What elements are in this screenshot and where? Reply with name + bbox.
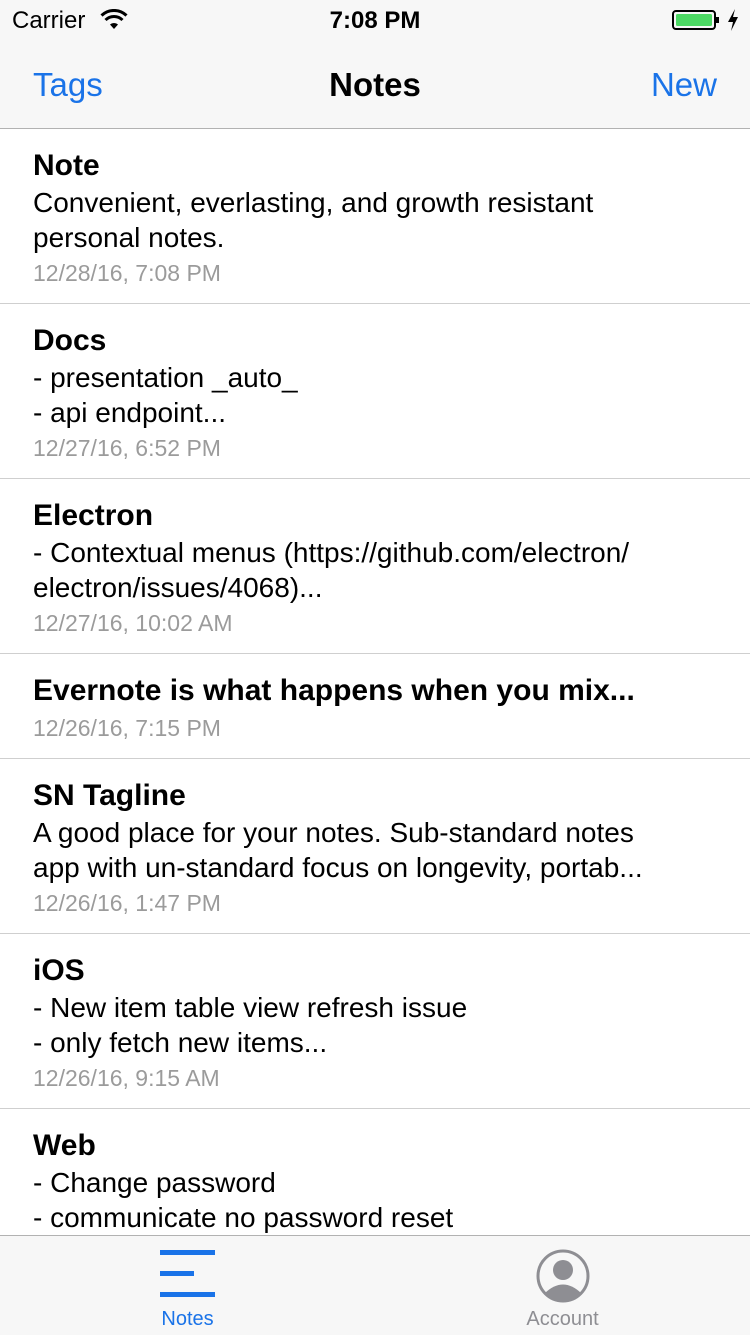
note-date: 12/26/16, 7:15 PM [33, 715, 221, 741]
note-date: 12/27/16, 10:02 AM [33, 610, 233, 636]
note-date: 12/26/16, 1:47 PM [33, 890, 221, 916]
tab-notes[interactable]: Notes [0, 1236, 375, 1335]
tab-account[interactable]: Account [375, 1236, 750, 1335]
note-date: 12/28/16, 7:08 PM [33, 260, 221, 286]
charging-bolt-icon [728, 9, 738, 31]
note-preview: - New item table view refresh issue - on… [33, 992, 468, 1058]
note-row[interactable]: Web - Change password - communicate no p… [0, 1109, 750, 1235]
note-title: SN Tagline [33, 779, 186, 812]
note-title: Web [33, 1129, 96, 1162]
note-row[interactable]: Note Convenient, everlasting, and growth… [0, 129, 750, 304]
page-title: Notes [329, 66, 421, 103]
notes-list-icon [160, 1250, 215, 1297]
navigation-bar: Tags Notes New [0, 40, 750, 129]
note-preview: - presentation _auto_ - api endpoint... [33, 362, 298, 428]
note-preview: - Change password - communicate no passw… [33, 1167, 454, 1233]
note-date: 12/27/16, 6:52 PM [33, 435, 221, 461]
note-title: Note [33, 149, 100, 182]
note-preview: Convenient, everlasting, and growth resi… [33, 187, 594, 253]
status-bar: Carrier 7:08 PM [0, 0, 750, 40]
note-row[interactable]: Evernote is what happens when you mix...… [0, 654, 750, 759]
note-row[interactable]: SN Tagline A good place for your notes. … [0, 759, 750, 934]
note-title: Electron [33, 499, 154, 532]
note-preview: - Contextual menus (https://github.com/e… [33, 537, 630, 603]
tab-bar: Notes Account [0, 1235, 750, 1335]
note-row[interactable]: Docs - presentation _auto_ - api endpoin… [0, 304, 750, 479]
status-time: 7:08 PM [329, 7, 421, 34]
new-note-button[interactable]: New [651, 66, 717, 104]
note-row[interactable]: iOS - New item table view refresh issue … [0, 934, 750, 1109]
note-preview: A good place for your notes. Sub-standar… [33, 817, 643, 883]
note-title: Docs [33, 324, 107, 357]
note-title: iOS [33, 954, 85, 987]
account-icon [536, 1249, 590, 1303]
note-title: Evernote is what happens when you mix... [33, 674, 635, 707]
note-date: 12/26/16, 9:15 AM [33, 1065, 220, 1091]
tab-label: Notes [161, 1308, 214, 1330]
tab-label: Account [526, 1308, 599, 1330]
notes-list[interactable]: Note Convenient, everlasting, and growth… [0, 129, 750, 1235]
battery-icon [672, 10, 719, 30]
note-row[interactable]: Electron - Contextual menus (https://git… [0, 479, 750, 654]
